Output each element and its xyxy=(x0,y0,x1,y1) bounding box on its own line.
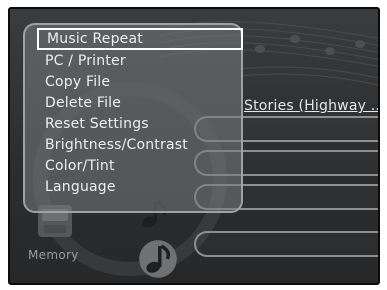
track-title: Stories (Highway ... xyxy=(244,98,380,114)
track-slot-4[interactable] xyxy=(194,231,378,257)
menu-item-language[interactable]: Language xyxy=(45,177,116,197)
menu-item-reset-settings[interactable]: Reset Settings xyxy=(45,114,149,134)
menu-item-pc-printer[interactable]: PC / Printer xyxy=(45,51,126,71)
menu-item-delete-file[interactable]: Delete File xyxy=(45,93,121,113)
memory-label: Memory xyxy=(28,248,79,262)
menu-item-copy-file[interactable]: Copy File xyxy=(45,72,110,92)
music-note-icon xyxy=(139,240,177,278)
menu-item-music-repeat[interactable]: Music Repeat xyxy=(37,28,243,50)
settings-menu: Music Repeat PC / Printer Copy File Dele… xyxy=(23,23,243,213)
menu-item-brightness-contrast[interactable]: Brightness/Contrast xyxy=(45,135,188,155)
menu-item-color-tint[interactable]: Color/Tint xyxy=(45,156,115,176)
player-screen: Stories (Highway ... Memory Music Repeat… xyxy=(8,7,380,285)
